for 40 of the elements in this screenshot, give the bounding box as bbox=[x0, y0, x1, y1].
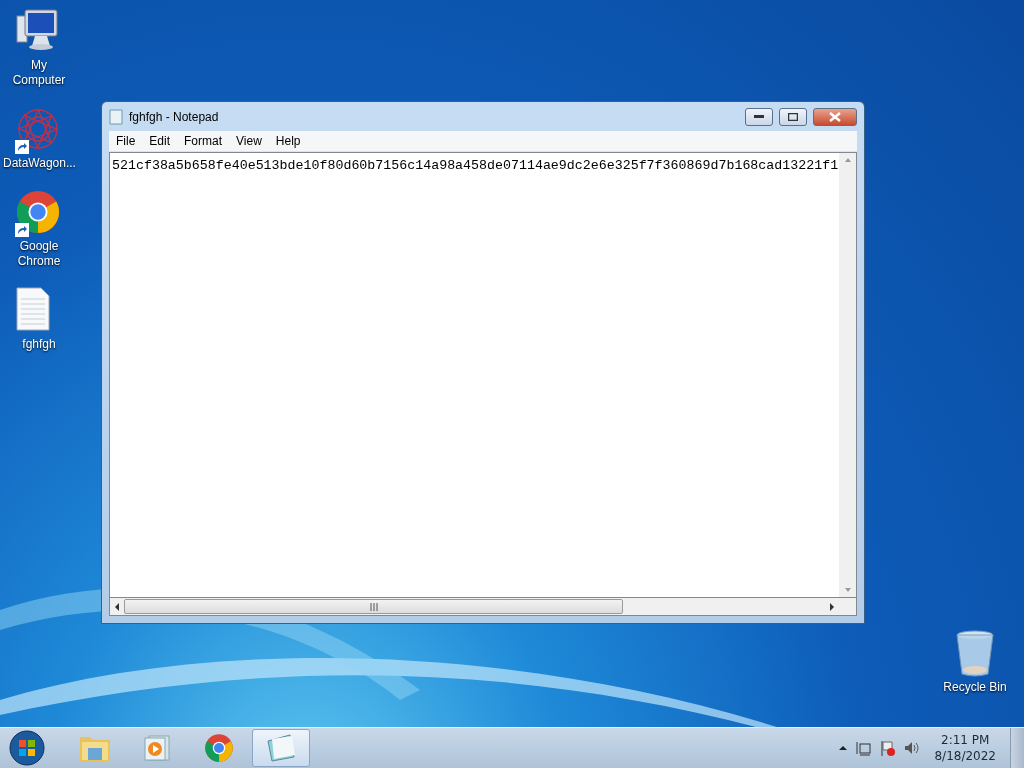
window-title: fghfgh - Notepad bbox=[129, 109, 220, 124]
flag-icon[interactable] bbox=[880, 740, 897, 756]
vertical-scrollbar[interactable] bbox=[839, 153, 856, 597]
grip-icon bbox=[369, 602, 378, 611]
volume-icon[interactable] bbox=[904, 740, 921, 756]
shortcut-arrow-icon bbox=[15, 223, 29, 237]
menu-item[interactable]: Edit bbox=[142, 134, 178, 148]
notepad-icon bbox=[264, 733, 298, 763]
maximize-button[interactable] bbox=[779, 107, 807, 126]
desktop-icon-label[interactable]: My Computer bbox=[3, 58, 75, 88]
menu-item[interactable]: File bbox=[109, 134, 143, 148]
menu-item[interactable]: Format bbox=[177, 134, 230, 148]
minimize-icon bbox=[754, 114, 764, 119]
media-player-icon bbox=[143, 734, 171, 762]
minimize-button[interactable] bbox=[745, 107, 773, 126]
show-desktop-button[interactable] bbox=[1010, 728, 1024, 768]
menu-item[interactable]: View bbox=[229, 134, 269, 148]
chrome-icon bbox=[204, 733, 234, 763]
shortcut-arrow-icon bbox=[15, 140, 29, 154]
network-graph-icon bbox=[15, 106, 61, 152]
desktop-icon-label[interactable]: fghfgh bbox=[3, 337, 75, 352]
desktop-icon-label[interactable]: Recycle Bin bbox=[939, 680, 1011, 695]
menu-item[interactable]: Help bbox=[268, 134, 308, 148]
close-icon bbox=[829, 111, 841, 122]
desktop-icon-label[interactable]: DataWagon... bbox=[3, 156, 75, 171]
chrome-icon bbox=[15, 189, 61, 235]
document-text[interactable]: 521cf38a5b658fe40e513bde10f80d60b7156c14a98a458de07114ae9dc2e6e325f7f360869d7b168cad13221f1 bbox=[112, 158, 839, 173]
scroll-right-icon[interactable] bbox=[829, 601, 835, 612]
scroll-left-icon[interactable] bbox=[114, 601, 120, 612]
caret-icon[interactable] bbox=[838, 744, 849, 752]
text-document-icon bbox=[15, 287, 51, 331]
computer-icon bbox=[15, 8, 61, 52]
clock[interactable]: 2:11 PM 8/18/2022 bbox=[934, 732, 996, 764]
taskbar-button[interactable] bbox=[252, 729, 310, 767]
recycle-bin-icon bbox=[955, 630, 995, 678]
maximize-icon bbox=[788, 112, 798, 121]
close-button[interactable] bbox=[813, 107, 857, 126]
network-icon[interactable] bbox=[856, 740, 873, 756]
notepad-icon bbox=[109, 108, 123, 125]
desktop-icon-label[interactable]: Google Chrome bbox=[3, 239, 75, 269]
